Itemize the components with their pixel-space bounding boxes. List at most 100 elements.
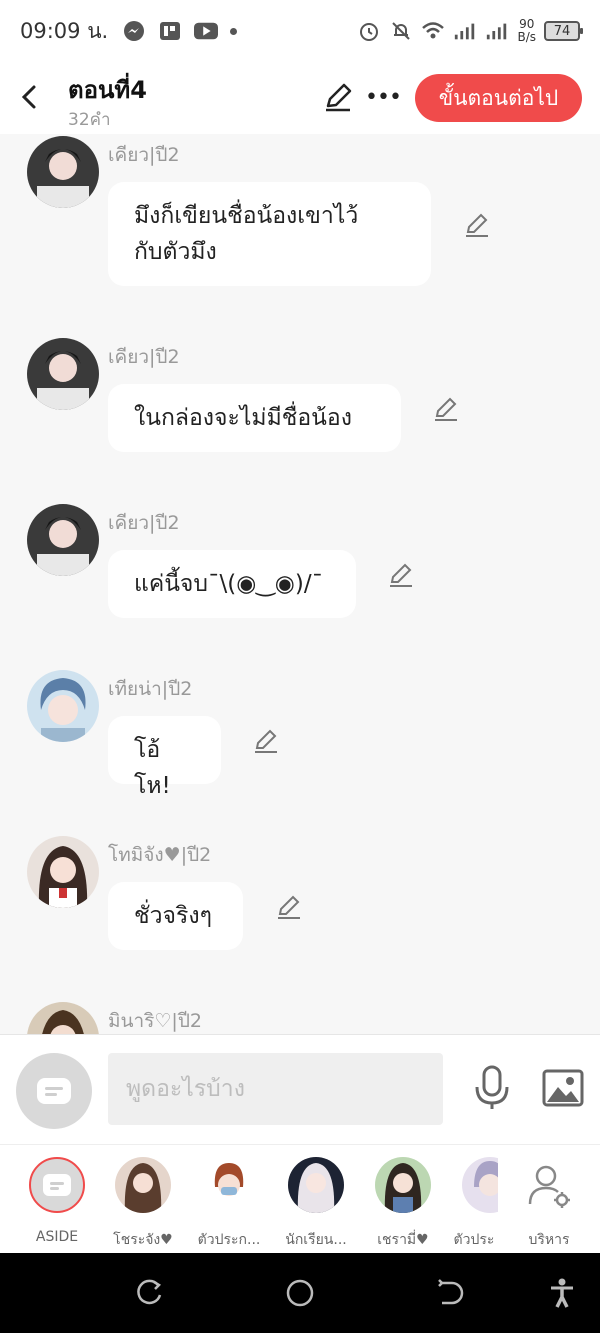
header: ตอนที่4 32คำ ••• ขั้นตอนต่อไป [0,62,600,134]
messenger-icon [122,20,146,42]
pencil-icon [435,397,457,421]
app-icon [158,20,182,42]
message-input[interactable]: พูดอะไรบ้าง [108,1053,443,1125]
message-bubble[interactable]: โอ้โห! [108,716,221,799]
character-bar: ASIDE โชระจัง♥ ตัวประก... นักเรียน... เช… [0,1144,600,1253]
signal-icon-2 [485,20,509,42]
recent-apps-button[interactable] [134,1277,166,1309]
character-item[interactable]: ตัวประ [440,1157,498,1251]
image-upload-button[interactable] [542,1069,584,1107]
avatar[interactable] [27,670,99,742]
manage-characters-button[interactable]: บริหาร [510,1157,588,1251]
message-text-line-2: กับตัวมึง [134,239,217,265]
message-text: มึงก็เขียนชื่อน้องเขาไว้ [134,203,359,229]
pencil-icon [466,213,488,237]
more-dots-icon: ••• [365,84,402,110]
character-aside[interactable]: ASIDE [18,1157,96,1245]
message-bubble[interactable]: ชั่วจริงๆ [108,882,243,950]
status-time: 09:09 น. [20,18,109,43]
sender-name: มินาริ♡|ปี2 [108,1010,202,1032]
character-name: ASIDE [35,1229,79,1245]
sender-name: เคียว|ปี2 [108,346,180,368]
message-bubble[interactable]: แค่นี้จบ¯\(◉‿◉)/¯ [108,550,356,618]
system-back-icon [438,1279,464,1305]
avatar[interactable] [27,338,99,410]
system-nav-bar [0,1253,600,1333]
message-text: แค่นี้จบ¯\(◉‿◉)/¯ [134,571,324,597]
pencil-icon [255,729,277,753]
character-name: โชระจัง♥ [113,1232,173,1248]
aside-toggle-button[interactable] [16,1053,92,1129]
battery-level: 74 [553,23,571,39]
chat-area[interactable]: เคียว|ปี2 มึงก็เขียนชื่อน้องเขาไว้ กับตั… [0,134,600,1034]
alarm-icon [357,20,381,42]
chat-bubble-icon [37,1078,71,1104]
avatar [201,1157,257,1213]
message-text: โอ้โห! [134,737,171,799]
pencil-icon [278,895,300,919]
edit-message-button[interactable] [253,728,281,756]
home-button[interactable] [284,1277,316,1309]
message-bubble[interactable]: มึงก็เขียนชื่อน้องเขาไว้ กับตัวมึง [108,182,431,286]
edit-message-button[interactable] [433,396,461,424]
aside-avatar [29,1157,85,1213]
avatar [115,1157,171,1213]
network-speed-unit: B/s [517,30,536,44]
page-title: ตอนที่4 [68,76,147,104]
pencil-icon [326,83,352,112]
sender-name: เคียว|ปี2 [108,512,180,534]
home-circle-icon [286,1279,314,1307]
back-system-button[interactable] [434,1277,466,1309]
mute-bell-icon [389,20,413,42]
avatar [462,1157,498,1213]
user-settings-icon [528,1165,570,1208]
character-item[interactable]: โชระจัง♥ [104,1157,182,1251]
wifi-icon [421,20,445,42]
word-count: 32คำ [68,110,111,130]
notification-dot-icon [230,27,238,35]
edit-message-button[interactable] [276,894,304,922]
pencil-icon [390,563,412,587]
accessibility-icon [551,1278,573,1308]
message-text: ชั่วจริงๆ [134,903,212,929]
character-name: นักเรียน... [285,1232,347,1248]
character-name: เชรามี่♥ [377,1232,429,1248]
character-item[interactable]: ตัวประก... [190,1157,268,1251]
youtube-icon [194,20,219,42]
avatar[interactable] [27,1002,99,1034]
message-text: ในกล่องจะไม่มีชื่อน้อง [134,405,352,431]
avatar[interactable] [27,504,99,576]
manage-icon-wrap [521,1157,577,1213]
avatar[interactable] [27,836,99,908]
input-bar: พูดอะไรบ้าง [0,1034,600,1144]
character-name: ตัวประก... [197,1232,261,1248]
more-options-button[interactable]: ••• [365,82,402,112]
character-name: บริหาร [528,1232,570,1248]
signal-icon [453,20,477,42]
microphone-icon [475,1065,509,1109]
image-icon [542,1069,584,1107]
avatar[interactable] [27,136,99,208]
sender-name: เทียน่า|ปี2 [108,678,193,700]
character-name: ตัวประ [453,1232,495,1248]
sender-name: โทมิจัง♥|ปี2 [108,844,212,866]
edit-title-button[interactable] [323,82,353,112]
battery-indicator: 74 [544,21,583,41]
character-item[interactable]: นักเรียน... [277,1157,355,1251]
back-button[interactable] [14,82,44,112]
status-bar: 09:09 น. 90 B/s 74 [0,0,600,62]
edit-message-button[interactable] [388,562,416,590]
edit-message-button[interactable] [464,212,492,240]
accessibility-button[interactable] [546,1277,578,1309]
next-step-button[interactable]: ขั้นตอนต่อไป [415,74,582,122]
voice-input-button[interactable] [474,1065,510,1111]
message-bubble[interactable]: ในกล่องจะไม่มีชื่อน้อง [108,384,401,452]
chat-bubble-icon [43,1174,71,1196]
network-speed: 90 B/s [517,18,536,44]
character-item[interactable]: เชรามี่♥ [364,1157,442,1251]
recent-apps-icon [137,1279,162,1305]
sender-name: เคียว|ปี2 [108,144,180,166]
back-chevron-icon [21,85,36,109]
avatar [375,1157,431,1213]
avatar [288,1157,344,1213]
